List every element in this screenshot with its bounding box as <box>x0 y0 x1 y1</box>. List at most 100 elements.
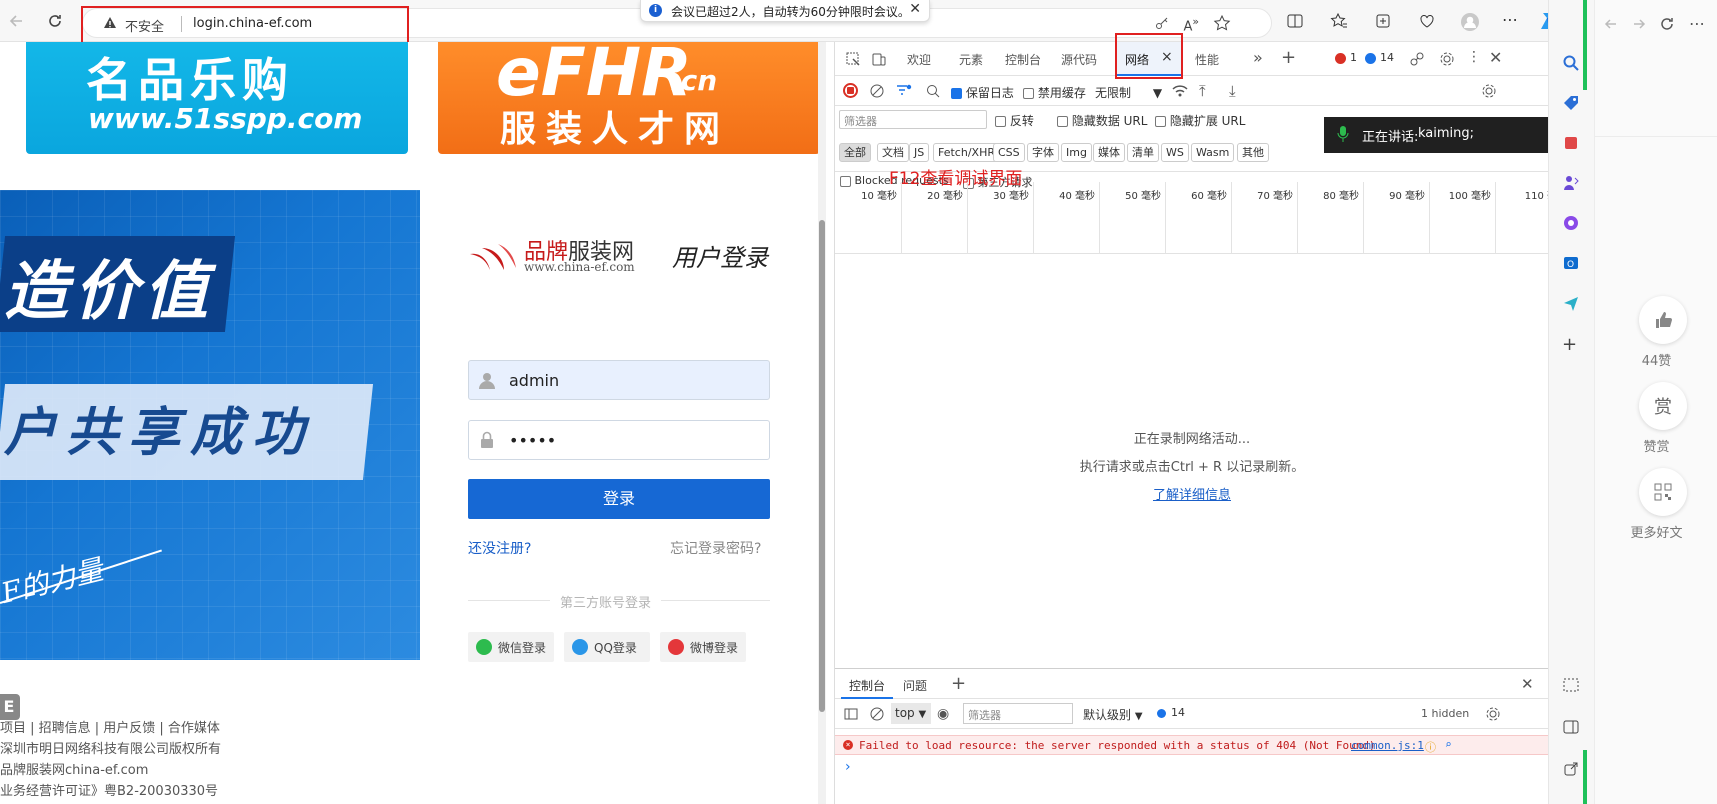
network-filter-input[interactable]: 筛选器 <box>839 110 987 129</box>
password-value[interactable]: ••••• <box>509 431 556 450</box>
download-har-icon[interactable]: ⤓ <box>1229 82 1236 100</box>
close-icon[interactable]: ✕ <box>909 1 921 17</box>
error-icon[interactable] <box>1335 53 1346 64</box>
learn-more-link[interactable]: 了解详细信息 <box>1153 488 1231 503</box>
disable-cache-checkbox[interactable]: 禁用缓存 <box>1023 84 1086 101</box>
tab-welcome[interactable]: 欢迎 <box>907 51 931 68</box>
panel-refresh-icon[interactable] <box>1659 16 1675 32</box>
checkbox-icon[interactable] <box>1023 88 1034 99</box>
search-icon[interactable]: ⌕ <box>1445 738 1452 751</box>
invert-checkbox[interactable]: 反转 <box>995 112 1034 129</box>
username-value[interactable]: admin <box>509 371 559 390</box>
more-tabs-icon[interactable]: » <box>1253 48 1263 67</box>
page-scrollbar[interactable] <box>818 42 826 804</box>
clear-icon[interactable] <box>869 83 885 99</box>
device-emulation-icon[interactable] <box>871 51 887 67</box>
favorite-star-icon[interactable] <box>1213 14 1231 32</box>
panel-more-icon[interactable]: ⋯ <box>1689 14 1705 33</box>
message-icon[interactable] <box>1157 709 1166 718</box>
close-drawer-icon[interactable]: ✕ <box>1521 675 1534 693</box>
console-sidebar-icon[interactable] <box>843 706 859 722</box>
filter-type-img[interactable]: Img <box>1061 143 1092 162</box>
filter-type-ws[interactable]: WS <box>1161 143 1189 162</box>
filter-type-css[interactable]: CSS <box>993 143 1025 162</box>
games-icon[interactable] <box>1562 174 1582 194</box>
more-menu-icon[interactable]: ⋯ <box>1502 10 1520 29</box>
send-icon[interactable] <box>1562 294 1582 314</box>
console-prompt[interactable]: › <box>845 759 851 775</box>
context-select[interactable]: top ▼ <box>891 703 931 724</box>
add-tab-icon[interactable]: + <box>1281 47 1296 68</box>
read-aloud-icon[interactable]: A» <box>1183 15 1199 34</box>
checkbox-checked-icon[interactable] <box>951 88 962 99</box>
password-field[interactable]: ••••• <box>468 420 770 460</box>
filter-type-js[interactable]: JS <box>909 143 930 162</box>
filter-type-wasm[interactable]: Wasm <box>1191 143 1235 162</box>
split-screen-icon[interactable] <box>1286 12 1304 30</box>
filter-type-fetch[interactable]: Fetch/XHR <box>933 143 1000 162</box>
filter-icon[interactable] <box>895 83 913 99</box>
panel-back-icon[interactable] <box>1603 16 1619 32</box>
connect-icon[interactable] <box>1409 51 1425 67</box>
wechat-login-button[interactable]: 微信登录 <box>468 632 554 662</box>
error-source-link[interactable]: common.js:1 <box>1351 739 1424 752</box>
microsoft365-icon[interactable] <box>1562 214 1582 234</box>
upload-har-icon[interactable]: ⤒ <box>1199 82 1206 100</box>
throttle-select[interactable]: 无限制 ▼ <box>1095 84 1162 101</box>
tab-sources[interactable]: 源代码 <box>1061 51 1097 68</box>
like-button[interactable] <box>1639 296 1687 344</box>
ad-banner-efhr[interactable]: eFHR .cn 服装人才网 <box>438 42 820 154</box>
checkbox-icon[interactable] <box>1057 116 1068 127</box>
footer-links[interactable]: 项目 | 招聘信息 | 用户反馈 | 合作媒体 <box>0 718 420 739</box>
filter-type-doc[interactable]: 文档 <box>877 143 909 162</box>
shopping-tag-icon[interactable] <box>1562 94 1582 114</box>
scrollbar-thumb[interactable] <box>819 220 825 712</box>
message-count[interactable]: 14 <box>1380 51 1394 64</box>
tab-performance[interactable]: 性能 <box>1195 51 1219 68</box>
clear-console-icon[interactable] <box>869 706 885 722</box>
filter-type-media[interactable]: 媒体 <box>1093 143 1125 162</box>
ad-banner-51sspp[interactable]: 名品乐购 www.51sspp.com <box>26 42 408 154</box>
record-icon[interactable] <box>843 83 858 98</box>
reward-button[interactable]: 赏 <box>1639 382 1687 430</box>
tools-icon[interactable] <box>1562 134 1582 154</box>
filter-type-font[interactable]: 字体 <box>1027 143 1059 162</box>
inspect-element-icon[interactable] <box>845 51 861 67</box>
search-icon[interactable] <box>925 83 941 99</box>
performance-icon[interactable] <box>1418 12 1436 30</box>
ai-explain-icon[interactable]: ⓘ <box>1425 739 1436 755</box>
collections-icon[interactable] <box>1374 12 1392 30</box>
search-icon[interactable] <box>1562 54 1582 74</box>
sidebar-layout-icon[interactable] <box>1562 718 1582 738</box>
drawer-tab-console[interactable]: 控制台 <box>841 669 894 699</box>
add-icon[interactable]: + <box>1562 334 1582 355</box>
hide-data-url-checkbox[interactable]: 隐藏数据 URL <box>1057 112 1147 129</box>
network-settings-icon[interactable] <box>1481 83 1497 99</box>
error-count[interactable]: 1 <box>1350 51 1357 64</box>
filter-type-manifest[interactable]: 清单 <box>1127 143 1159 162</box>
drawer-tab-issues[interactable]: 问题 <box>903 677 927 694</box>
filter-type-all[interactable]: 全部 <box>839 143 871 162</box>
checkbox-icon[interactable] <box>1155 116 1166 127</box>
network-conditions-icon[interactable] <box>1171 83 1189 99</box>
qq-login-button[interactable]: QQ登录 <box>564 632 650 662</box>
screenshot-icon[interactable] <box>1562 676 1582 696</box>
weibo-login-button[interactable]: 微博登录 <box>660 632 746 662</box>
gear-icon[interactable] <box>1439 51 1455 67</box>
tab-console[interactable]: 控制台 <box>1005 51 1041 68</box>
console-message-count[interactable]: 14 <box>1171 706 1185 719</box>
footer-badge[interactable]: E <box>0 694 20 720</box>
filter-type-other[interactable]: 其他 <box>1237 143 1269 162</box>
add-drawer-tab-icon[interactable]: + <box>951 673 966 694</box>
panel-forward-icon[interactable] <box>1631 16 1647 32</box>
preserve-log-checkbox[interactable]: 保留日志 <box>951 84 1014 101</box>
username-field[interactable]: admin <box>468 360 770 400</box>
message-icon[interactable] <box>1365 53 1376 64</box>
refresh-icon[interactable] <box>46 12 64 30</box>
more-articles-button[interactable] <box>1639 468 1687 516</box>
console-filter-input[interactable]: 筛选器 <box>963 703 1073 724</box>
outlook-icon[interactable]: O <box>1562 254 1582 274</box>
hide-ext-url-checkbox[interactable]: 隐藏扩展 URL <box>1155 112 1245 129</box>
back-icon[interactable] <box>8 12 26 30</box>
checkbox-icon[interactable] <box>995 116 1006 127</box>
